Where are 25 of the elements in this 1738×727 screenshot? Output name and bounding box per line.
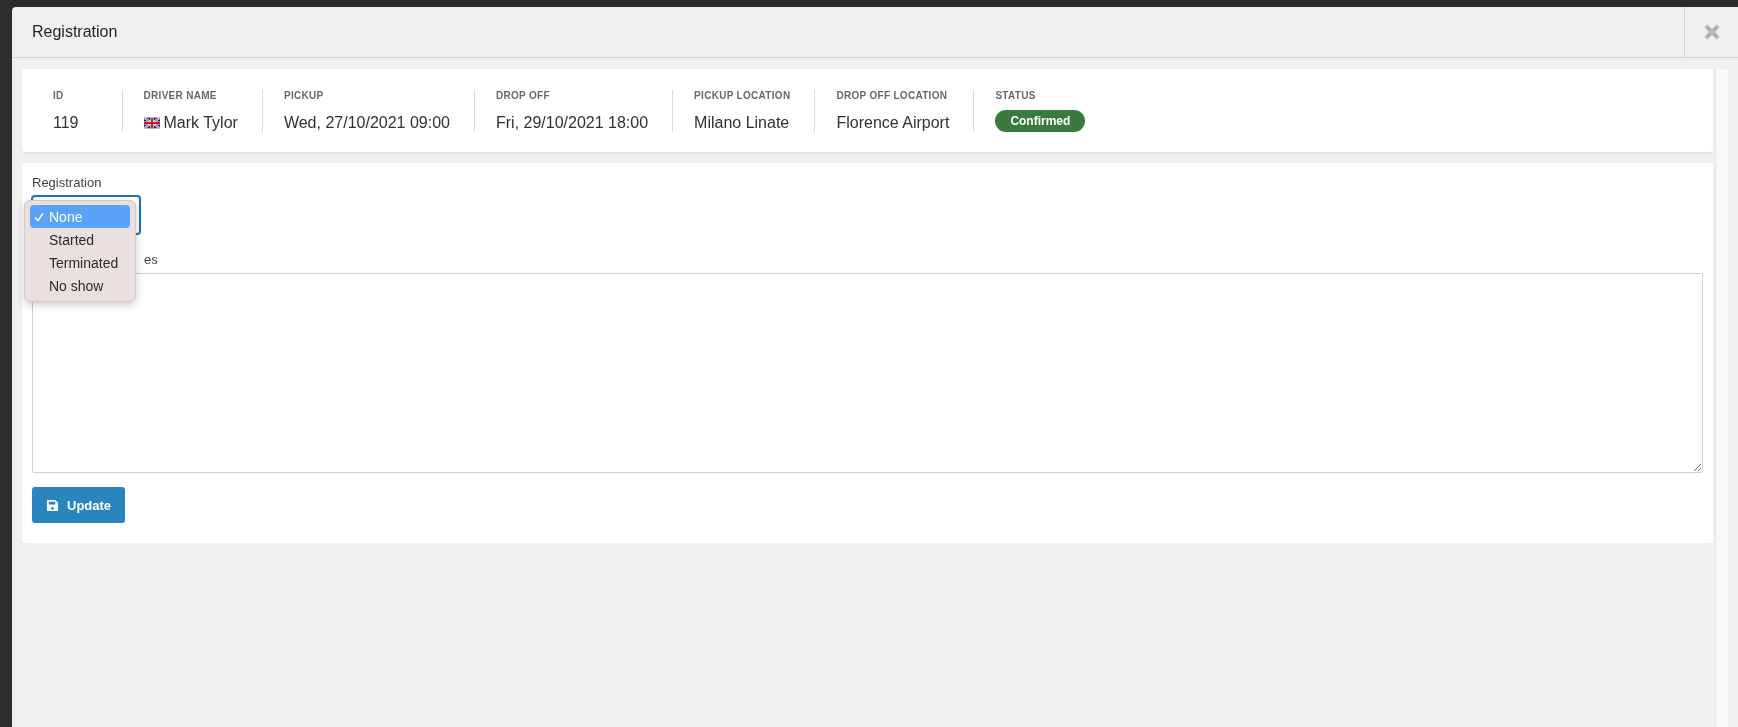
column-label: DRIVER NAME [143, 89, 218, 101]
column-label: DROP OFF LOCATION [836, 89, 949, 101]
menu-item[interactable]: No show [30, 274, 130, 297]
update-button[interactable]: Update [32, 487, 126, 523]
field-label: Registration [32, 175, 102, 190]
column-value: Fri, 29/10/2021 18:00 [495, 113, 649, 132]
dialog-title: Registration [31, 23, 119, 41]
column-label: STATUS [995, 89, 1037, 101]
checkmark-icon [34, 212, 44, 222]
close-icon [1702, 23, 1721, 41]
menu-item[interactable]: Terminated [30, 251, 130, 274]
column-value: 119 [53, 113, 79, 132]
column-label: DROP OFF [495, 89, 551, 101]
column-label: PICKUP LOCATION [694, 89, 791, 101]
column-value: Wed, 27/10/2021 09:00 [283, 113, 450, 132]
driver-name: Mark Tylor [163, 113, 238, 132]
column-label: PICKUP [283, 89, 325, 101]
status-badge: Confirmed [995, 109, 1086, 132]
column-value: Milano Linate [694, 113, 791, 132]
menu-item[interactable]: Started [30, 228, 130, 251]
column-label: ID [53, 89, 65, 101]
flag-icon [143, 116, 160, 129]
field-label: es [144, 252, 158, 267]
column-value: Florence Airport [836, 113, 950, 132]
notes-field[interactable] [32, 273, 1703, 473]
